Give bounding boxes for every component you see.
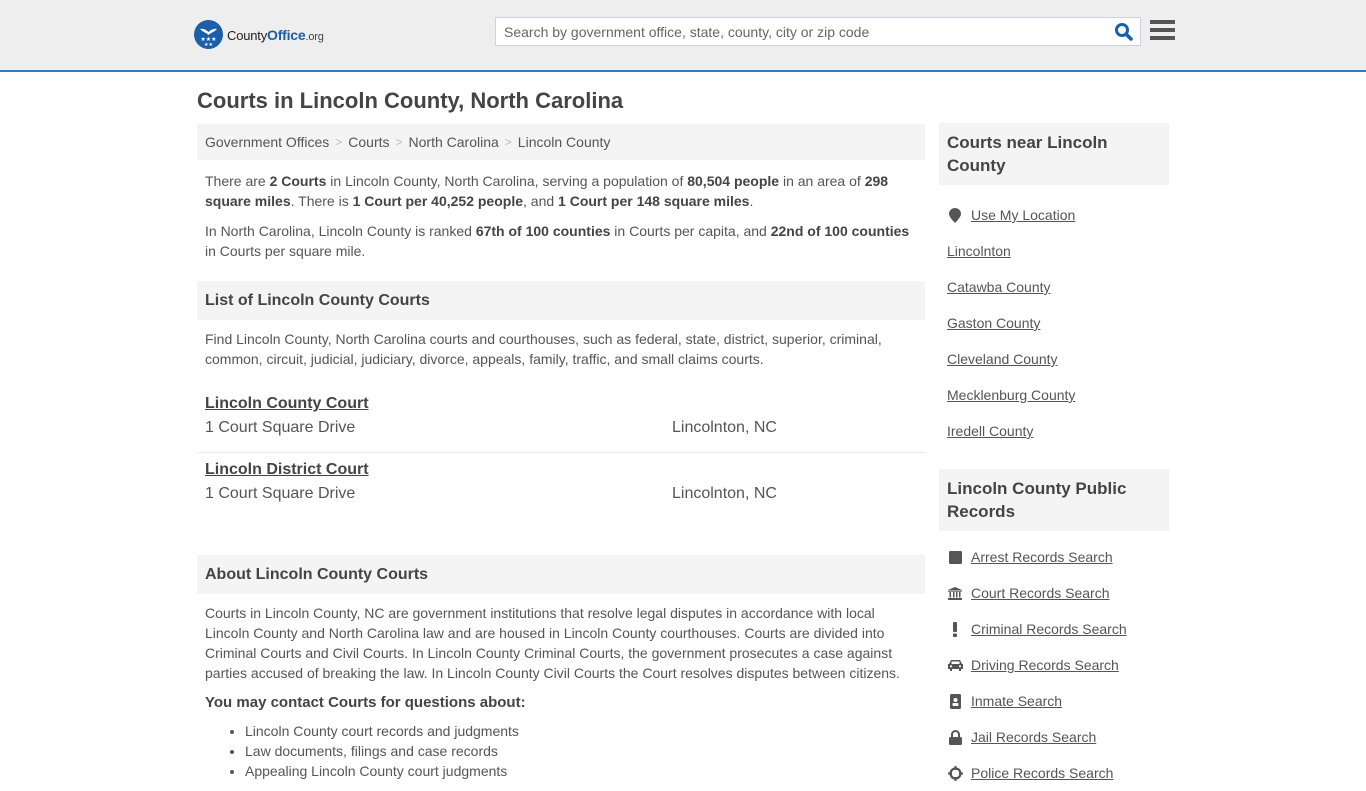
main-content: Government Offices > Courts > North Caro… — [197, 124, 925, 781]
nearby-item: Catawba County — [947, 269, 1161, 305]
eagle-stars-icon: ★★★ ★★ — [194, 20, 223, 49]
nearby-item: Mecklenburg County — [947, 377, 1161, 413]
car-icon — [947, 657, 963, 673]
driving-records-link[interactable]: Driving Records Search — [971, 657, 1119, 673]
nearby-courts-list: Use My Location Lincolnton Catawba Count… — [939, 197, 1169, 449]
court-list: Lincoln County Court 1 Court Square Driv… — [197, 387, 925, 517]
nearby-link-catawba[interactable]: Catawba County — [947, 279, 1051, 295]
exclamation-icon — [947, 621, 963, 637]
nearby-link-lincolnton[interactable]: Lincolnton — [947, 243, 1011, 259]
records-item: Jail Records Search — [947, 719, 1161, 755]
hamburger-icon-bar — [1150, 28, 1175, 32]
records-item: Criminal Records Search — [947, 611, 1161, 647]
svg-text:★★: ★★ — [204, 42, 213, 48]
nearby-item: Cleveland County — [947, 341, 1161, 377]
search-box — [495, 17, 1141, 46]
contact-topic: Lincoln County court records and judgmen… — [245, 721, 925, 741]
site-logo[interactable]: ★★★ ★★ CountyOffice.org — [194, 20, 324, 49]
square-icon — [947, 549, 963, 565]
police-records-link[interactable]: Police Records Search — [971, 765, 1113, 781]
sidebar: Courts near Lincoln County Use My Locati… — [939, 123, 1169, 791]
records-item: Court Records Search — [947, 575, 1161, 611]
top-bar: ★★★ ★★ CountyOffice.org — [0, 0, 1366, 72]
use-location-item: Use My Location — [947, 197, 1161, 233]
nearby-courts-heading: Courts near Lincoln County — [939, 123, 1169, 185]
crosshairs-icon — [947, 765, 963, 781]
logo-text: CountyOffice.org — [227, 26, 324, 43]
court-city: Lincolnton, NC — [672, 419, 777, 436]
court-records-link[interactable]: Court Records Search — [971, 585, 1110, 601]
nearby-link-mecklenburg[interactable]: Mecklenburg County — [947, 387, 1075, 403]
arrest-records-link[interactable]: Arrest Records Search — [971, 549, 1113, 565]
records-item: Arrest Records Search — [947, 539, 1161, 575]
court-address: 1 Court Square Drive — [205, 485, 356, 502]
hamburger-icon-bar — [1150, 20, 1175, 24]
menu-button[interactable] — [1150, 20, 1175, 42]
records-item: Inmate Search — [947, 683, 1161, 719]
court-address: 1 Court Square Drive — [205, 419, 356, 436]
breadcrumb-government-offices[interactable]: Government Offices — [205, 134, 329, 150]
criminal-records-link[interactable]: Criminal Records Search — [971, 621, 1127, 637]
summary-paragraph: There are 2 Courts in Lincoln County, No… — [205, 173, 889, 209]
jail-records-link[interactable]: Jail Records Search — [971, 729, 1096, 745]
nearby-item: Gaston County — [947, 305, 1161, 341]
contact-topic: Law documents, filings and case records — [245, 741, 925, 761]
court-list-item: Lincoln County Court 1 Court Square Driv… — [197, 387, 925, 452]
hamburger-icon-bar — [1150, 36, 1175, 40]
inmate-search-link[interactable]: Inmate Search — [971, 693, 1062, 709]
search-input[interactable] — [496, 18, 1106, 45]
courthouse-icon — [947, 585, 963, 601]
records-item: Police Records Search — [947, 755, 1161, 791]
about-section-heading: About Lincoln County Courts — [197, 555, 925, 594]
nearby-item: Lincolnton — [947, 233, 1161, 269]
court-list-item: Lincoln District Court 1 Court Square Dr… — [197, 452, 925, 517]
lock-icon — [947, 729, 963, 745]
search-icon — [1115, 23, 1133, 41]
contact-topic: Appealing Lincoln County court judgments — [245, 761, 925, 781]
court-name-link[interactable]: Lincoln County Court — [205, 395, 369, 413]
nearby-link-cleveland[interactable]: Cleveland County — [947, 351, 1058, 367]
nearby-link-gaston[interactable]: Gaston County — [947, 315, 1040, 331]
nearby-link-iredell[interactable]: Iredell County — [947, 423, 1033, 439]
breadcrumb-north-carolina[interactable]: North Carolina — [409, 134, 499, 150]
nearby-item: Iredell County — [947, 413, 1161, 449]
public-records-list: Arrest Records Search Court Records Sear… — [939, 539, 1169, 791]
court-city: Lincolnton, NC — [672, 485, 777, 502]
contact-topics-list: Lincoln County court records and judgmen… — [197, 721, 925, 781]
breadcrumb-courts[interactable]: Courts — [348, 134, 389, 150]
breadcrumb: Government Offices > Courts > North Caro… — [197, 124, 925, 160]
chevron-right-icon: > — [395, 135, 403, 149]
breadcrumb-lincoln-county[interactable]: Lincoln County — [518, 134, 611, 150]
map-marker-icon — [947, 207, 963, 223]
page-title: Courts in Lincoln County, North Carolina — [197, 88, 624, 113]
chevron-right-icon: > — [504, 135, 512, 149]
records-item: Driving Records Search — [947, 647, 1161, 683]
chevron-right-icon: > — [335, 135, 343, 149]
about-paragraph: Courts in Lincoln County, NC are governm… — [205, 605, 900, 681]
court-name-link[interactable]: Lincoln District Court — [205, 461, 369, 479]
list-intro: Find Lincoln County, North Carolina cour… — [205, 331, 882, 367]
public-records-heading: Lincoln County Public Records — [939, 469, 1169, 531]
list-section-heading: List of Lincoln County Courts — [197, 281, 925, 320]
use-my-location-link[interactable]: Use My Location — [971, 207, 1075, 223]
contact-heading: You may contact Courts for questions abo… — [205, 694, 526, 711]
id-badge-icon — [947, 693, 963, 709]
ranking-paragraph: In North Carolina, Lincoln County is ran… — [205, 223, 910, 259]
search-button[interactable] — [1114, 22, 1134, 42]
